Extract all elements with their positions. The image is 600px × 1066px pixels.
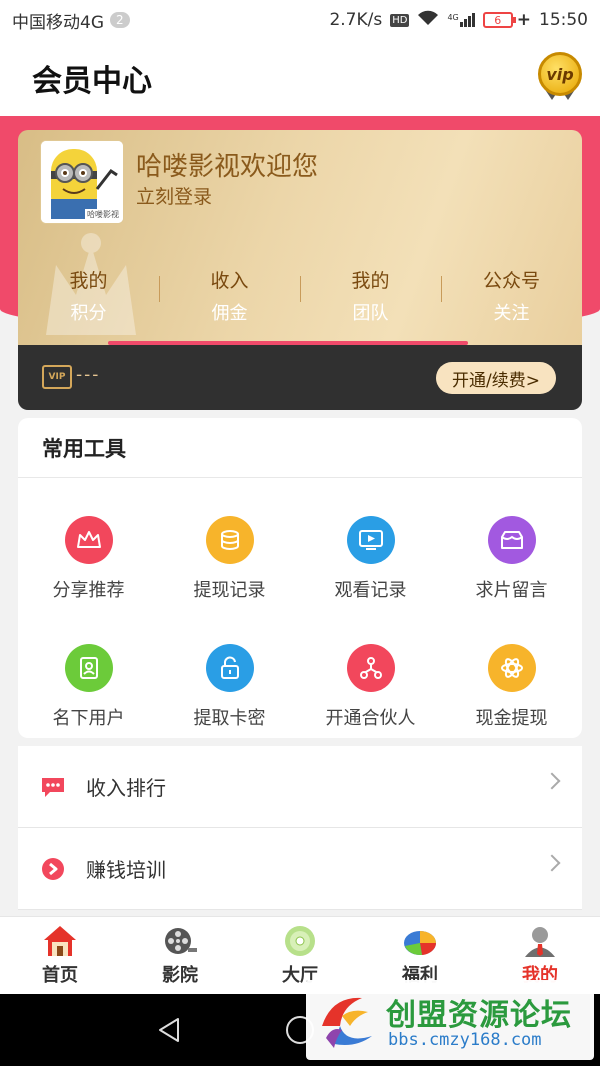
tool-label: 分享推荐	[52, 580, 125, 601]
message-box-icon	[487, 516, 536, 564]
tool-watch-history[interactable]: 观看记录	[300, 478, 441, 606]
wifi-icon	[417, 10, 439, 31]
welcome-text: 哈喽影视欢迎您	[136, 152, 319, 182]
tools-title: 常用工具	[18, 418, 582, 478]
menu-list: 收入排行 赚钱培训	[18, 746, 582, 910]
watermark: 创盟资源论坛 bbs.cmzy168.com	[306, 980, 594, 1060]
vip-badge-icon[interactable]: vip	[538, 52, 582, 96]
hd-icon: HD	[390, 13, 410, 27]
chat-dots-icon	[40, 774, 66, 800]
unlock-icon	[205, 644, 254, 692]
network-speed: 2.7K/s	[329, 10, 383, 30]
pie-chart-icon	[401, 923, 439, 959]
stat-commission-sub: 佣金	[211, 302, 248, 324]
login-link[interactable]: 立刻登录	[136, 182, 212, 209]
common-tools-panel: 常用工具 分享推荐 提现记录 观看记录 求片留言 名下用户 提取卡密 开通合伙人…	[18, 418, 582, 738]
house-icon	[41, 923, 79, 959]
tool-label: 提现记录	[193, 580, 266, 601]
tool-become-partner[interactable]: 开通合伙人	[300, 606, 441, 734]
stat-points-sub: 积分	[70, 302, 107, 324]
page-header: 会员中心	[0, 40, 600, 116]
play-screen-icon	[346, 516, 395, 564]
battery-level: 6	[494, 13, 502, 27]
user-icon	[521, 923, 559, 959]
tool-label: 名下用户	[52, 708, 125, 729]
watermark-url: bbs.cmzy168.com	[388, 1030, 542, 1050]
disc-icon	[281, 923, 319, 959]
tool-request-movie[interactable]: 求片留言	[441, 478, 582, 606]
tool-my-users[interactable]: 名下用户	[18, 606, 159, 734]
film-reel-icon	[161, 923, 199, 959]
stat-official-account-sub: 关注	[493, 302, 530, 324]
list-item-earning-training[interactable]: 赚钱培训	[18, 828, 582, 910]
vip-status-text: ---	[76, 365, 101, 385]
tab-label: 首页	[42, 965, 78, 986]
stat-commission[interactable]: 收入 佣金	[159, 262, 300, 328]
charging-indicator: +	[516, 10, 531, 30]
tool-label: 观看记录	[334, 580, 407, 601]
status-bar: 中国移动4G 2 2.7K/s HD 4G 6 + 15:50	[0, 0, 600, 40]
network-icon	[346, 644, 395, 692]
tool-label: 现金提现	[475, 708, 548, 729]
member-card: 哈喽影视 哈喽影视欢迎您 立刻登录 我的 积分 收入 佣金 我的 团队 公众号 …	[18, 130, 582, 345]
chevron-right-icon	[543, 854, 561, 872]
list-item-label: 赚钱培训	[86, 858, 166, 882]
clock: 15:50	[539, 10, 588, 30]
watermark-brand: 创盟资源论坛	[386, 998, 572, 1033]
signal-icon: 4G	[447, 13, 475, 27]
stat-official-account-title: 公众号	[482, 269, 540, 292]
atom-icon	[487, 644, 536, 692]
tab-home[interactable]: 首页	[0, 917, 120, 994]
avatar[interactable]: 哈喽影视	[40, 140, 124, 224]
tool-share-recommend[interactable]: 分享推荐	[18, 478, 159, 606]
forum-logo-icon	[322, 997, 372, 1048]
chevron-right-icon	[543, 772, 561, 790]
tool-label: 开通合伙人	[325, 708, 416, 729]
back-icon[interactable]	[156, 1016, 182, 1044]
contacts-icon	[64, 644, 113, 692]
vip-status-bar: VIP --- 开通/续费>	[18, 345, 582, 410]
tool-label: 求片留言	[475, 580, 548, 601]
list-item-label: 收入排行	[86, 776, 166, 800]
tools-grid: 分享推荐 提现记录 观看记录 求片留言 名下用户 提取卡密 开通合伙人 现金提现	[18, 478, 582, 734]
list-item-income-ranking[interactable]: 收入排行	[18, 746, 582, 828]
tool-extract-card-key[interactable]: 提取卡密	[159, 606, 300, 734]
sim-badge: 2	[110, 12, 130, 28]
avatar-logo-text: 哈喽影视	[85, 209, 121, 220]
stat-team[interactable]: 我的 团队	[300, 262, 441, 328]
stat-points-title: 我的	[69, 269, 108, 292]
vip-card-icon: VIP	[42, 365, 72, 389]
signal-type-label: 4G	[447, 13, 459, 22]
crown-icon	[64, 516, 113, 564]
renew-button[interactable]: 开通/续费>	[436, 362, 556, 394]
tool-label: 提取卡密	[193, 708, 266, 729]
page-title: 会员中心	[32, 64, 152, 99]
tab-cinema[interactable]: 影院	[120, 917, 240, 994]
stat-team-sub: 团队	[352, 302, 389, 324]
member-stats: 我的 积分 收入 佣金 我的 团队 公众号 关注	[18, 262, 582, 328]
stat-points[interactable]: 我的 积分	[18, 262, 159, 328]
play-circle-icon	[40, 856, 66, 882]
tab-label: 影院	[162, 965, 198, 986]
tool-withdraw-records[interactable]: 提现记录	[159, 478, 300, 606]
battery-icon: 6	[482, 12, 516, 28]
carrier-label: 中国移动4G	[12, 12, 104, 33]
stat-official-account[interactable]: 公众号 关注	[441, 262, 582, 328]
stat-commission-title: 收入	[210, 269, 249, 292]
tool-cash-withdraw[interactable]: 现金提现	[441, 606, 582, 734]
coins-icon	[205, 516, 254, 564]
stat-team-title: 我的	[351, 269, 390, 292]
